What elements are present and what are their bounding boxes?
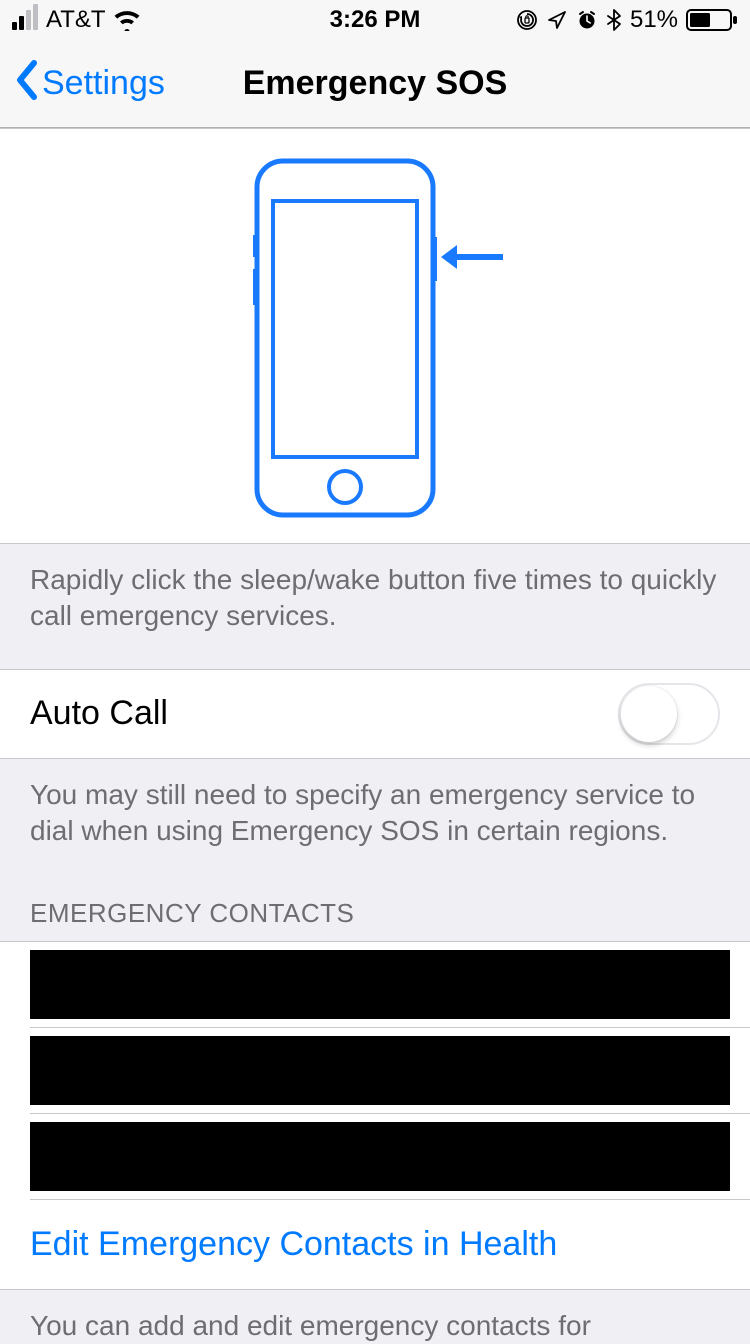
clock: 3:26 PM (330, 6, 421, 34)
contact-row[interactable] (30, 1114, 750, 1200)
redacted-contact (30, 950, 730, 1019)
auto-call-footer: You may still need to specify an emergen… (0, 759, 750, 858)
nav-bar: Settings Emergency SOS (0, 40, 750, 128)
rotation-lock-icon (516, 9, 538, 31)
redacted-contact (30, 1122, 730, 1191)
status-left: AT&T (12, 6, 330, 34)
status-right: 51% (420, 6, 738, 34)
contact-row[interactable] (30, 942, 750, 1028)
redacted-contact (30, 1036, 730, 1105)
back-button[interactable]: Settings (14, 59, 165, 109)
wifi-icon (112, 9, 142, 31)
contact-row[interactable] (30, 1028, 750, 1114)
page-title: Emergency SOS (243, 64, 508, 103)
auto-call-switch[interactable] (618, 683, 720, 745)
alarm-icon (576, 9, 598, 31)
location-icon (546, 9, 568, 31)
auto-call-label: Auto Call (30, 694, 168, 733)
carrier-label: AT&T (46, 6, 106, 34)
edit-contacts-row[interactable]: Edit Emergency Contacts in Health (0, 1200, 750, 1290)
emergency-contacts-header: EMERGENCY CONTACTS (0, 858, 750, 941)
bluetooth-icon (606, 8, 622, 32)
status-bar: AT&T 3:26 PM 51% (0, 0, 750, 40)
auto-call-row[interactable]: Auto Call (0, 669, 750, 759)
battery-percentage: 51% (630, 6, 678, 34)
instruction-caption: Rapidly click the sleep/wake button five… (0, 544, 750, 669)
edit-contacts-link: Edit Emergency Contacts in Health (30, 1225, 557, 1264)
emergency-contacts-list: Edit Emergency Contacts in Health (0, 941, 750, 1290)
contacts-footer: You can add and edit emergency contacts … (0, 1290, 750, 1344)
cellular-signal-icon (12, 10, 38, 30)
chevron-left-icon (14, 59, 38, 109)
back-label: Settings (42, 64, 165, 103)
instruction-illustration (0, 128, 750, 544)
battery-icon (686, 8, 738, 32)
phone-sleepwake-diagram-icon (245, 157, 505, 519)
